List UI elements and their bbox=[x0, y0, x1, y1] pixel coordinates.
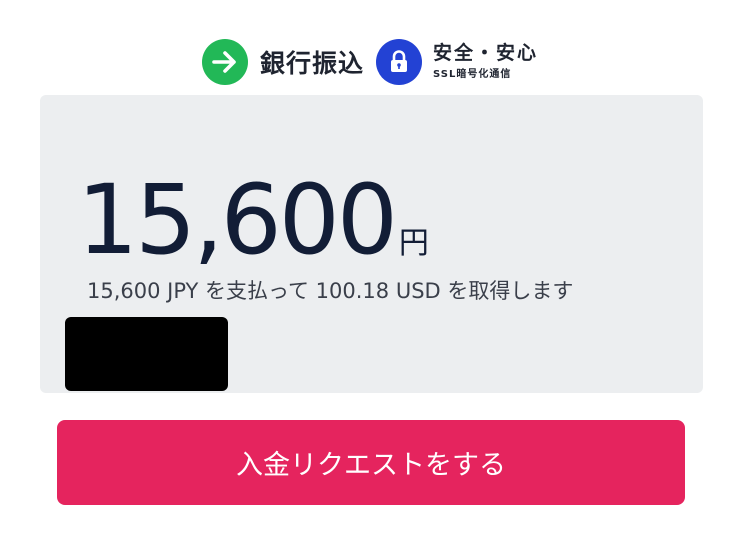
security-badge: 安全・安心 SSL暗号化通信 bbox=[376, 39, 538, 85]
conversion-text: 15,600 JPY を支払って 100.18 USD を取得します bbox=[87, 279, 574, 303]
security-subtitle: SSL暗号化通信 bbox=[433, 69, 512, 80]
amount-row: 15,600 円 bbox=[77, 165, 429, 275]
amount-panel: 15,600 円 15,600 JPY を支払って 100.18 USD を取得… bbox=[40, 95, 703, 393]
arrow-right-icon bbox=[201, 39, 248, 85]
payment-method-badge: 銀行振込 bbox=[201, 39, 364, 85]
amount-value: 15,600 bbox=[77, 164, 398, 276]
payment-header: 銀行振込 安全・安心 SSL暗号化通信 bbox=[0, 36, 740, 88]
redacted-block bbox=[65, 317, 228, 391]
currency-unit: 円 bbox=[398, 226, 429, 261]
deposit-request-button[interactable]: 入金リクエストをする bbox=[57, 420, 685, 505]
security-title: 安全・安心 bbox=[433, 42, 539, 64]
payment-page: 銀行振込 安全・安心 SSL暗号化通信 15,600 円 15,600 JPY … bbox=[0, 0, 740, 541]
security-text: 安全・安心 SSL暗号化通信 bbox=[433, 42, 538, 82]
payment-method-label: 銀行振込 bbox=[259, 49, 364, 78]
lock-icon bbox=[376, 39, 422, 85]
